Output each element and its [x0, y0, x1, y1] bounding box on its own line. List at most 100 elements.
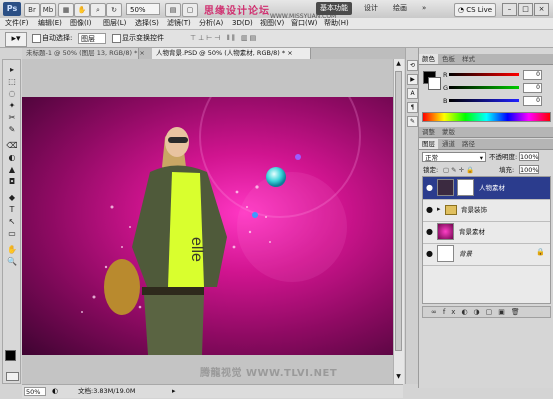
- menu-window[interactable]: 窗口(W): [289, 18, 319, 29]
- opacity-field[interactable]: 100%: [519, 152, 539, 161]
- status-menu-arrow-icon[interactable]: ▸: [172, 387, 176, 396]
- color-panel-background-swatch[interactable]: [428, 77, 441, 90]
- magic-wand-icon[interactable]: ✦: [5, 100, 19, 111]
- visibility-eye-icon[interactable]: ●: [425, 183, 434, 192]
- type-tool-icon[interactable]: T: [5, 204, 19, 215]
- quick-mask-icon[interactable]: [6, 372, 19, 381]
- history-icon[interactable]: ⟲: [407, 60, 418, 71]
- tab-channels[interactable]: 通道: [439, 139, 458, 149]
- cs-live-button[interactable]: ◔ CS Live: [454, 3, 496, 17]
- menu-view[interactable]: 视图(V): [258, 18, 286, 29]
- rotate-view-icon[interactable]: ↻: [106, 3, 122, 17]
- tab-swatches[interactable]: 色板: [439, 54, 458, 64]
- tab-character-background[interactable]: 人物背景.PSD @ 50% (人物素材, RGB/8) * ×: [152, 48, 311, 59]
- hand-tool-icon[interactable]: ✋: [5, 244, 19, 255]
- layer-action-buttons[interactable]: ∞fx◐◑▢▣🗑: [431, 307, 526, 317]
- blue-channel-value[interactable]: 0: [523, 96, 542, 106]
- tab-adjustments[interactable]: 调整: [419, 127, 438, 137]
- gradient-tool-icon[interactable]: ◘: [5, 176, 19, 187]
- lock-buttons[interactable]: ▢✎✛🔒: [443, 165, 476, 175]
- foreground-color-swatch[interactable]: [5, 350, 16, 361]
- arrange-documents-icon[interactable]: ▤: [165, 3, 181, 17]
- dodge-tool-icon[interactable]: ◐: [5, 152, 19, 163]
- visibility-eye-icon[interactable]: ●: [425, 249, 434, 258]
- status-icon[interactable]: ◐: [52, 387, 58, 396]
- screen-mode-icon[interactable]: ▢: [182, 3, 198, 17]
- menu-select[interactable]: 选择(S): [133, 18, 161, 29]
- workspace-design[interactable]: 设计: [360, 2, 382, 15]
- tab-close-icon[interactable]: ×: [139, 49, 144, 57]
- menu-layer[interactable]: 图层(L): [101, 18, 128, 29]
- actions-icon[interactable]: ▶: [407, 74, 418, 85]
- minimize-button[interactable]: –: [502, 3, 517, 16]
- workspace-painting[interactable]: 绘画: [389, 2, 411, 15]
- brush-presets-icon[interactable]: ✎: [407, 116, 418, 127]
- canvas-area[interactable]: elle 腾龍视觉 WWW.TLVI.NET: [22, 59, 393, 384]
- zoom-tool-icon[interactable]: 🔍: [5, 256, 19, 267]
- green-channel-slider[interactable]: [449, 86, 519, 89]
- color-spectrum-bar[interactable]: [422, 112, 551, 122]
- layer-row[interactable]: ● 人物素材: [423, 177, 550, 200]
- tab-layers[interactable]: 图层: [419, 139, 438, 149]
- tab-paths[interactable]: 路径: [459, 139, 478, 149]
- close-button[interactable]: ×: [534, 3, 549, 16]
- auto-select-checkbox[interactable]: [32, 34, 41, 43]
- menu-edit[interactable]: 编辑(E): [36, 18, 64, 29]
- menu-help[interactable]: 帮助(H): [322, 18, 351, 29]
- layer-row[interactable]: ● ▸ 背景装饰: [423, 199, 550, 222]
- minibridge-button[interactable]: Mb: [40, 3, 56, 17]
- menu-image[interactable]: 图像(I): [68, 18, 94, 29]
- menu-file[interactable]: 文件(F): [3, 18, 31, 29]
- scrollbar-thumb[interactable]: [395, 71, 402, 351]
- tab-color[interactable]: 颜色: [419, 54, 438, 64]
- maximize-button[interactable]: □: [518, 3, 533, 16]
- show-transform-checkbox[interactable]: [112, 34, 121, 43]
- layer-row[interactable]: ● 背景素材: [423, 221, 550, 244]
- scroll-up-icon[interactable]: ▲: [395, 60, 402, 68]
- crop-tool-icon[interactable]: ✂: [5, 112, 19, 123]
- workspace-more-icon[interactable]: »: [418, 2, 430, 15]
- layer-name[interactable]: 人物素材: [479, 183, 505, 193]
- lasso-tool-icon[interactable]: ◌: [5, 88, 19, 99]
- vertical-scrollbar[interactable]: ▲ ▼: [393, 59, 404, 384]
- hand-icon[interactable]: ✋: [74, 3, 90, 17]
- visibility-eye-icon[interactable]: ●: [425, 227, 434, 236]
- layer-name[interactable]: 背景素材: [459, 227, 485, 237]
- align-buttons[interactable]: ⊤⊥⊢⊣ ⫴⫼ ▥▤: [190, 33, 258, 43]
- red-channel-value[interactable]: 0: [523, 70, 542, 80]
- grid-icon[interactable]: ▦: [58, 3, 74, 17]
- tab-close-icon[interactable]: ×: [287, 49, 292, 57]
- eraser-tool-icon[interactable]: ⌫: [5, 140, 19, 151]
- menu-analysis[interactable]: 分析(A): [197, 18, 225, 29]
- move-tool-icon[interactable]: ▸: [5, 64, 19, 75]
- path-selection-icon[interactable]: ↖: [5, 216, 19, 227]
- character-icon[interactable]: A: [407, 88, 418, 99]
- red-channel-slider[interactable]: [449, 73, 519, 76]
- tool-preset-picker[interactable]: ▸▾: [5, 32, 27, 47]
- expand-group-icon[interactable]: ▸: [437, 205, 441, 213]
- menu-3d[interactable]: 3D(D): [230, 18, 255, 29]
- tab-untitled-1[interactable]: 未标题-1 @ 50% (图层 13, RGB/8) * ×: [22, 48, 145, 59]
- green-channel-value[interactable]: 0: [523, 83, 542, 93]
- menu-filter[interactable]: 滤镜(T): [165, 18, 193, 29]
- status-zoom-field[interactable]: 50%: [24, 387, 46, 396]
- scroll-down-icon[interactable]: ▼: [395, 373, 402, 381]
- paragraph-icon[interactable]: ¶: [407, 102, 418, 113]
- brush-tool-icon[interactable]: ✎: [5, 124, 19, 135]
- blend-mode-dropdown[interactable]: 正常 ▾: [422, 152, 486, 162]
- zoom-level-select[interactable]: 50%: [126, 3, 160, 15]
- sharpen-tool-icon[interactable]: ▲: [5, 164, 19, 175]
- bridge-button[interactable]: Br: [24, 3, 40, 17]
- visibility-eye-icon[interactable]: ●: [425, 205, 434, 214]
- auto-select-dropdown[interactable]: 图层: [78, 33, 106, 44]
- layer-name[interactable]: 背景装饰: [461, 205, 487, 215]
- layer-mask-thumbnail[interactable]: [457, 179, 474, 196]
- tab-masks[interactable]: 蒙版: [439, 127, 458, 137]
- artwork-canvas[interactable]: elle: [22, 97, 393, 355]
- blue-channel-slider[interactable]: [449, 99, 519, 102]
- tab-styles[interactable]: 样式: [459, 54, 478, 64]
- pen-tool-icon[interactable]: ◆: [5, 192, 19, 203]
- layer-row[interactable]: ● 背景 🔒: [423, 243, 550, 266]
- layer-name[interactable]: 背景: [459, 249, 472, 259]
- shape-tool-icon[interactable]: ▭: [5, 228, 19, 239]
